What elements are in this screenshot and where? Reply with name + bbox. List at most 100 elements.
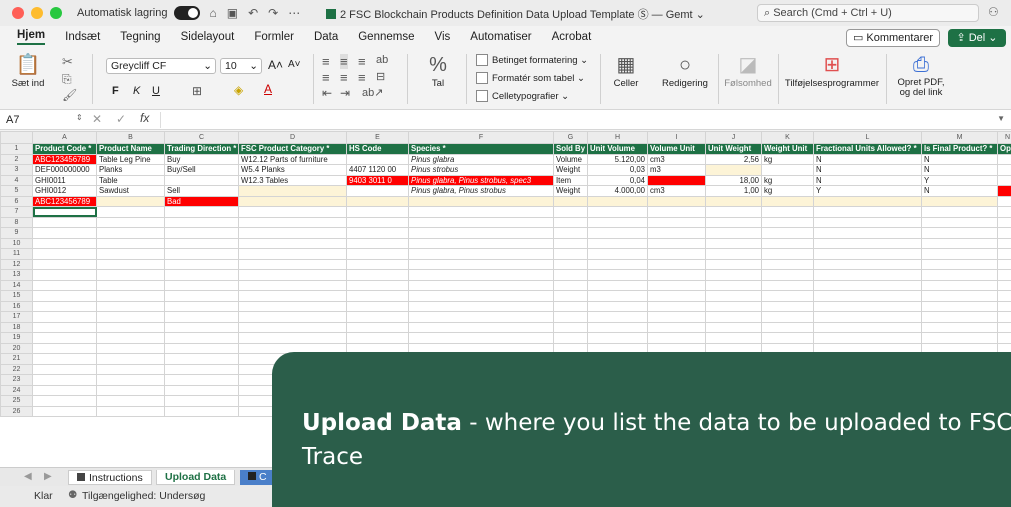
tab-tegning[interactable]: Tegning	[120, 31, 160, 43]
cell-f6[interactable]	[408, 195, 554, 207]
cell-i19[interactable]	[647, 332, 706, 344]
row-header[interactable]: 11	[0, 248, 33, 260]
cell-b13[interactable]	[96, 269, 165, 281]
column-header-k[interactable]: K	[761, 131, 814, 144]
cell-n12[interactable]	[997, 258, 1011, 270]
cell-k13[interactable]	[761, 269, 814, 281]
cell-i9[interactable]	[647, 227, 706, 239]
cell-b23[interactable]	[96, 374, 165, 386]
name-box-stepper-icon[interactable]: ⇕	[76, 113, 83, 122]
cell-n1[interactable]: Op	[997, 143, 1011, 155]
font-size-select[interactable]: 10 ⌄	[220, 58, 262, 74]
cell-i8[interactable]	[647, 216, 706, 228]
cell-l18[interactable]	[813, 321, 922, 333]
cell-h17[interactable]	[587, 311, 648, 323]
zoom-window-button[interactable]	[50, 7, 62, 19]
cell-k1[interactable]: Weight Unit	[761, 143, 814, 155]
cell-c18[interactable]	[164, 321, 239, 333]
cell-n14[interactable]	[997, 279, 1011, 291]
cell-m8[interactable]	[921, 216, 998, 228]
cell-d11[interactable]	[238, 248, 347, 260]
column-header-m[interactable]: M	[921, 131, 998, 144]
cell-c21[interactable]	[164, 353, 239, 365]
cell-a2[interactable]: ABC123456789	[32, 153, 97, 165]
wrap-text-icon[interactable]: ab	[376, 54, 388, 66]
cancel-icon[interactable]: ✕	[92, 112, 102, 126]
align-center-icon[interactable]: ≡	[340, 70, 348, 85]
cell-l11[interactable]	[813, 248, 922, 260]
cell-e4[interactable]: 9403 3011 0	[346, 174, 409, 186]
cell-j14[interactable]	[705, 279, 762, 291]
create-pdf-button[interactable]: ⎙ Opret PDF, og del link	[890, 52, 952, 98]
cell-j7[interactable]	[705, 206, 762, 218]
cell-m17[interactable]	[921, 311, 998, 323]
cell-b3[interactable]: Planks	[96, 164, 165, 176]
cell-a4[interactable]: GHI0011	[32, 174, 97, 186]
confirm-icon[interactable]: ✓	[116, 112, 126, 126]
cell-m16[interactable]	[921, 300, 998, 312]
row-header[interactable]: 5	[0, 185, 33, 197]
cell-h2[interactable]: 5.120,00	[587, 153, 648, 165]
cell-h7[interactable]	[587, 206, 648, 218]
cell-n4[interactable]	[997, 174, 1011, 186]
cell-l3[interactable]: N	[813, 164, 922, 176]
cell-f4[interactable]: Pinus glabra, Pinus strobus, spec3	[408, 174, 554, 186]
cell-n16[interactable]	[997, 300, 1011, 312]
column-header-h[interactable]: H	[587, 131, 648, 144]
cell-c1[interactable]: Trading Direction *	[164, 143, 239, 155]
cell-d4[interactable]: W12.3 Tables	[238, 174, 347, 186]
cell-a15[interactable]	[32, 290, 97, 302]
cell-l13[interactable]	[813, 269, 922, 281]
cell-l8[interactable]	[813, 216, 922, 228]
cell-m15[interactable]	[921, 290, 998, 302]
prev-sheet-icon[interactable]: ◀	[24, 471, 32, 482]
cell-f14[interactable]	[408, 279, 554, 291]
cell-h18[interactable]	[587, 321, 648, 333]
cell-d15[interactable]	[238, 290, 347, 302]
fill-color-icon[interactable]: ◈	[234, 83, 243, 97]
tab-automatiser[interactable]: Automatiser	[470, 31, 531, 43]
cell-i4[interactable]	[647, 174, 706, 186]
sheet-tab-instructions[interactable]: Instructions	[68, 470, 152, 485]
cell-g3[interactable]: Weight	[553, 164, 588, 176]
cell-l19[interactable]	[813, 332, 922, 344]
cell-e12[interactable]	[346, 258, 409, 270]
home-icon[interactable]: ⌂	[210, 6, 217, 20]
cell-l1[interactable]: Fractional Units Allowed? *	[813, 143, 922, 155]
cell-i17[interactable]	[647, 311, 706, 323]
row-header[interactable]: 4	[0, 174, 33, 186]
column-header-f[interactable]: F	[408, 131, 554, 144]
cell-e5[interactable]	[346, 185, 409, 197]
formula-input[interactable]	[160, 112, 1000, 128]
cell-i14[interactable]	[647, 279, 706, 291]
cell-c10[interactable]	[164, 237, 239, 249]
cell-n9[interactable]	[997, 227, 1011, 239]
cell-a20[interactable]	[32, 342, 97, 354]
merge-icon[interactable]: ⊟	[376, 70, 385, 83]
cell-j12[interactable]	[705, 258, 762, 270]
cell-l7[interactable]	[813, 206, 922, 218]
cell-m2[interactable]: N	[921, 153, 998, 165]
cell-d16[interactable]	[238, 300, 347, 312]
cell-c11[interactable]	[164, 248, 239, 260]
cell-f11[interactable]	[408, 248, 554, 260]
cell-g6[interactable]	[553, 195, 588, 207]
cell-a25[interactable]	[32, 395, 97, 407]
cell-i6[interactable]	[647, 195, 706, 207]
row-header[interactable]: 1	[0, 143, 33, 155]
cell-d18[interactable]	[238, 321, 347, 333]
format-painter-icon[interactable]: 🖌	[62, 88, 77, 102]
cell-f8[interactable]	[408, 216, 554, 228]
cell-l10[interactable]	[813, 237, 922, 249]
save-icon[interactable]: ▣	[227, 6, 238, 20]
cell-b21[interactable]	[96, 353, 165, 365]
cell-j17[interactable]	[705, 311, 762, 323]
cell-j18[interactable]	[705, 321, 762, 333]
row-header[interactable]: 9	[0, 227, 33, 239]
cell-l12[interactable]	[813, 258, 922, 270]
name-box[interactable]: A7	[4, 112, 82, 128]
cell-i10[interactable]	[647, 237, 706, 249]
underline-button[interactable]: U	[152, 85, 160, 97]
cell-k5[interactable]: kg	[761, 185, 814, 197]
cell-e16[interactable]	[346, 300, 409, 312]
